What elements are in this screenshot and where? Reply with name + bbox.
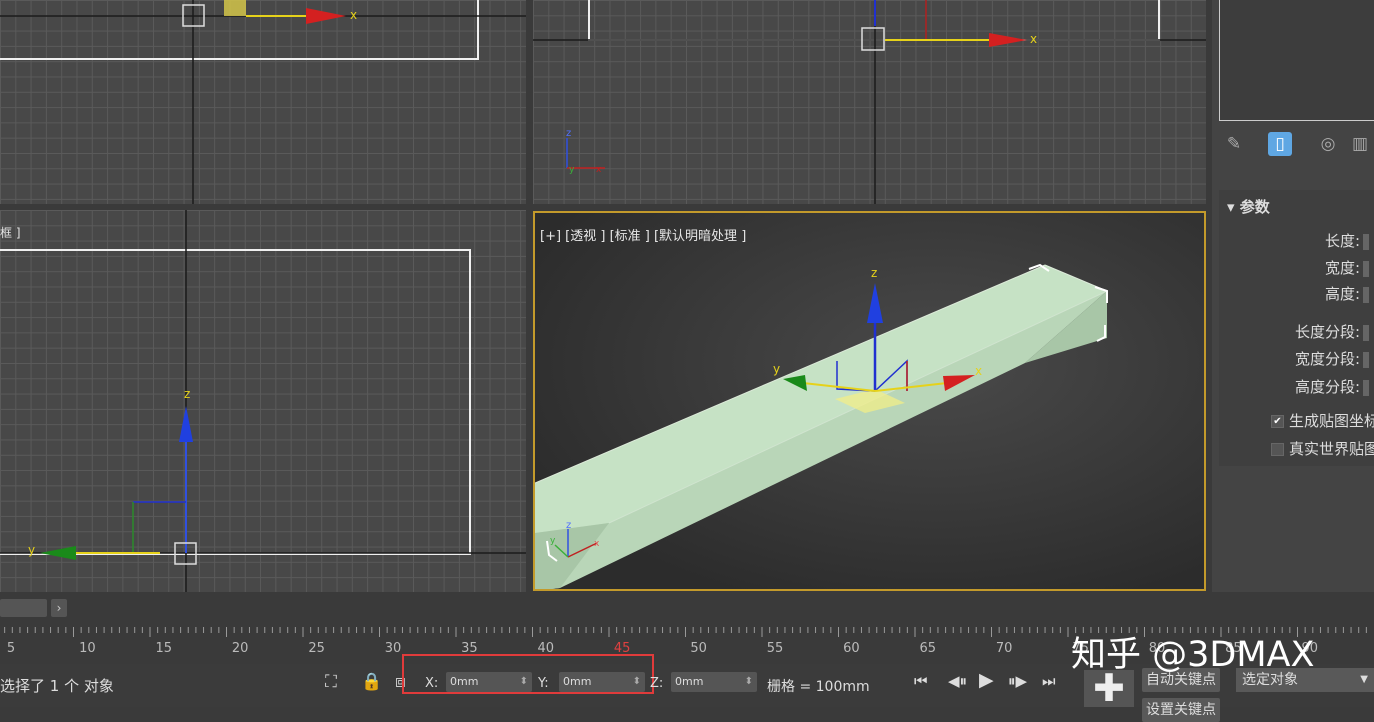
time-slider[interactable]: › — [0, 598, 1374, 620]
width-param[interactable]: 宽度: — [1325, 257, 1369, 278]
play-icon[interactable]: ▶ — [979, 669, 994, 691]
chevron-down-icon: ▼ — [1360, 674, 1368, 685]
length-segs-spinner[interactable] — [1363, 324, 1369, 341]
spinner-icon[interactable]: ⬍ — [745, 672, 753, 692]
y-coord-value: 0mm — [563, 675, 592, 688]
svg-text:y: y — [569, 165, 575, 175]
ruler-tick-label: 70 — [995, 641, 1013, 656]
watermark-text: 知乎 @3DMAX — [1071, 635, 1315, 675]
left-viewport-drawing: z y — [0, 210, 526, 592]
viewport-front[interactable]: x z y x — [533, 0, 1206, 204]
rollout-title: 参数 — [1239, 198, 1270, 216]
width-spinner[interactable] — [1363, 260, 1369, 277]
z-coord-label: Z: — [650, 676, 664, 691]
svg-text:z: z — [184, 387, 190, 401]
x-coord-value: 0mm — [450, 675, 479, 688]
length-param[interactable]: 长度: — [1325, 230, 1369, 251]
svg-text:x: x — [975, 364, 982, 378]
svg-text:z: z — [566, 128, 571, 139]
ruler-tick-label: 50 — [690, 641, 707, 656]
ruler-tick-label: 25 — [308, 641, 325, 656]
length-segs-param[interactable]: 长度分段: — [1295, 321, 1369, 342]
gen-mapping-label: 生成贴图坐标 — [1289, 412, 1374, 430]
real-world-checkbox[interactable]: 真实世界贴图 — [1271, 438, 1374, 459]
svg-text:z: z — [566, 520, 571, 531]
height-spinner[interactable] — [1363, 286, 1369, 303]
x-coord-field[interactable]: 0mm ⬍ — [446, 672, 532, 692]
front-viewport-drawing: x z y x — [533, 0, 1206, 204]
time-slider-thumb[interactable] — [0, 599, 47, 617]
length-label: 长度: — [1324, 232, 1360, 250]
object-preview-area — [1219, 0, 1374, 121]
length-segs-label: 长度分段: — [1294, 323, 1360, 341]
viewport-label[interactable]: 框 ] — [0, 224, 21, 241]
ruler-tick-label: 30 — [384, 641, 402, 656]
modifier-toolbar: ✎ ▯ ◎ ▥ — [1212, 128, 1374, 162]
width-segs-spinner[interactable] — [1363, 351, 1369, 368]
ruler-tick-label: 20 — [231, 641, 249, 656]
selection-status: 选择了 1 个 对象 — [0, 677, 114, 695]
viewport-left[interactable]: z y 框 ] — [0, 210, 526, 592]
width-segs-label: 宽度分段: — [1294, 350, 1360, 368]
svg-text:x: x — [596, 165, 602, 175]
next-frame-icon[interactable]: ⏸▶ — [1008, 672, 1027, 690]
height-segs-param[interactable]: 高度分段: — [1295, 376, 1369, 397]
svg-text:y: y — [28, 543, 35, 557]
make-unique-icon[interactable]: ◎ — [1316, 132, 1340, 156]
svg-text:x: x — [1030, 32, 1037, 46]
svg-text:x: x — [594, 539, 600, 549]
perspective-viewport-drawing: z y x z x y — [535, 263, 1108, 589]
set-key-button[interactable]: 设置关键点 — [1142, 698, 1220, 722]
spinner-icon[interactable]: ⬍ — [520, 672, 528, 692]
rollout-header[interactable]: ▾ 参数 — [1227, 196, 1270, 217]
height-label: 高度: — [1324, 285, 1360, 303]
ruler-tick-label: 15 — [155, 641, 173, 656]
pin-icon[interactable]: ✎ — [1222, 132, 1246, 156]
viewport-label[interactable]: [+] [透视 ] [标准 ] [默认明暗处理 ] — [540, 225, 746, 244]
y-coord-label: Y: — [538, 676, 549, 691]
y-coord-field[interactable]: 0mm ⬍ — [559, 672, 645, 692]
width-label: 宽度: — [1324, 259, 1360, 277]
isolate-selection-icon[interactable]: ⛶ — [325, 672, 337, 692]
ruler-tick-label: 65 — [919, 641, 937, 656]
next-frame-button[interactable]: › — [51, 599, 67, 617]
z-coord-field[interactable]: 0mm ⬍ — [671, 672, 757, 692]
real-world-label: 真实世界贴图 — [1289, 440, 1374, 458]
ruler-tick-label: 5 — [6, 641, 16, 656]
svg-text:y: y — [773, 362, 780, 376]
lock-icon[interactable]: 🔒 — [361, 672, 382, 692]
ruler-tick-label: 10 — [79, 641, 96, 656]
height-segs-label: 高度分段: — [1294, 378, 1360, 396]
unchecked-icon — [1271, 443, 1284, 456]
prev-frame-icon[interactable]: ◀⏸ — [948, 672, 967, 690]
delete-icon[interactable]: ▥ — [1348, 132, 1372, 156]
svg-text:x: x — [350, 8, 357, 22]
viewport-perspective[interactable]: z y x z x y [+] [透视 ] [标准 ] [默认明暗处理 ] — [533, 211, 1206, 591]
grid-size-text: 栅格 = 100mm — [767, 679, 870, 695]
z-coord-value: 0mm — [675, 675, 704, 688]
length-spinner[interactable] — [1363, 233, 1369, 250]
ruler-tick-label: 60 — [843, 641, 860, 656]
svg-text:y: y — [550, 536, 556, 546]
x-coord-label: X: — [425, 676, 439, 691]
height-segs-spinner[interactable] — [1363, 379, 1369, 396]
height-param[interactable]: 高度: — [1325, 283, 1369, 304]
spinner-icon[interactable]: ⬍ — [633, 672, 641, 692]
parameters-rollout: ▾ 参数 长度: 宽度: 高度: 长度分段: 宽度分段: 高度分段: ✔ 生成贴图… — [1219, 190, 1374, 466]
goto-end-icon[interactable]: ⏭ — [1042, 672, 1056, 690]
viewport-top[interactable]: x — [0, 0, 526, 204]
modifier-stack-icon[interactable]: ▯ — [1268, 132, 1292, 156]
top-viewport-drawing: x — [0, 0, 526, 204]
goto-start-icon[interactable]: ⏮ — [914, 672, 928, 690]
width-segs-param[interactable]: 宽度分段: — [1295, 348, 1369, 369]
command-panel: ✎ ▯ ◎ ▥ ▾ 参数 长度: 宽度: 高度: 长度分段: 宽度分段: 高度分… — [1212, 0, 1374, 592]
ruler-tick-label: 55 — [766, 641, 784, 656]
svg-text:z: z — [871, 266, 877, 280]
gen-mapping-checkbox[interactable]: ✔ 生成贴图坐标 — [1271, 410, 1374, 431]
checked-icon: ✔ — [1271, 415, 1284, 428]
